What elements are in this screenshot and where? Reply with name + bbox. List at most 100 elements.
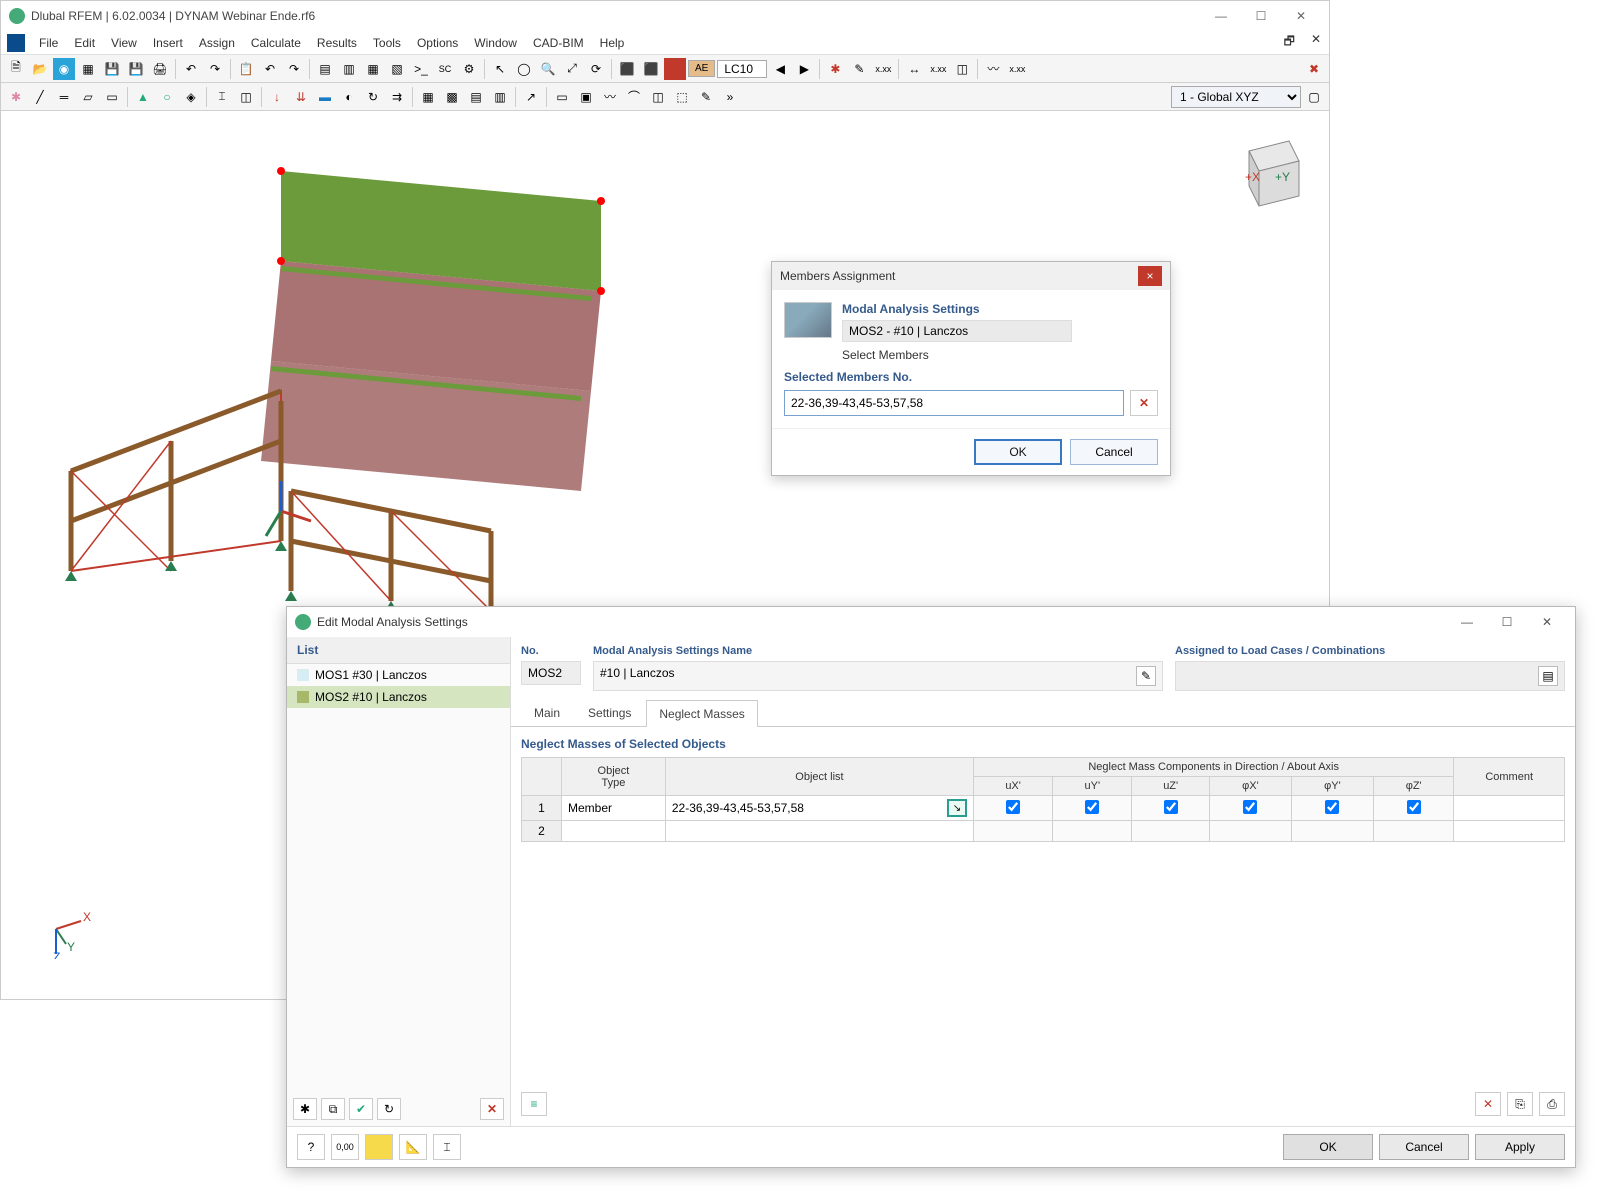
line-icon[interactable]: ╱ bbox=[29, 86, 51, 108]
section-icon[interactable]: ⌶ bbox=[211, 86, 233, 108]
search-icon[interactable]: 🔍 bbox=[537, 58, 559, 80]
new-item-icon[interactable]: ✱ bbox=[293, 1098, 317, 1120]
coord-system-selector[interactable]: 1 - Global XYZ bbox=[1171, 86, 1301, 108]
checkbox-phiz[interactable] bbox=[1407, 800, 1421, 814]
menu-assign[interactable]: Assign bbox=[191, 32, 243, 54]
menu-results[interactable]: Results bbox=[309, 32, 365, 54]
coord-edit-icon[interactable]: ▢ bbox=[1303, 86, 1325, 108]
table3-icon[interactable]: ▦ bbox=[362, 58, 384, 80]
render-icon[interactable]: 〰 bbox=[982, 58, 1004, 80]
name-value[interactable]: #10 | Lanczos bbox=[600, 666, 1130, 686]
solid-icon[interactable]: ▭ bbox=[101, 86, 123, 108]
window-restore-icon[interactable]: 🗗 bbox=[1276, 28, 1303, 57]
cell-object-list[interactable]: 22-36,39-43,45-53,57,58 ↘ bbox=[665, 796, 973, 821]
view3d-icon[interactable]: ◫ bbox=[951, 58, 973, 80]
load-force-icon[interactable]: ↓ bbox=[266, 86, 288, 108]
ae-tag[interactable]: AE bbox=[688, 60, 715, 77]
undo-icon[interactable]: ↶ bbox=[180, 58, 202, 80]
open-icon[interactable]: 📂 bbox=[29, 58, 51, 80]
print-icon[interactable]: 🖨 bbox=[149, 58, 171, 80]
menu-insert[interactable]: Insert bbox=[145, 32, 191, 54]
cell-check[interactable] bbox=[1209, 796, 1291, 821]
copy-item-icon[interactable]: ⧉ bbox=[321, 1098, 345, 1120]
cell-comment[interactable] bbox=[1454, 821, 1565, 842]
script-icon[interactable]: >_ bbox=[410, 58, 432, 80]
view-xy-icon[interactable]: ⬛ bbox=[616, 58, 638, 80]
clip-icon[interactable]: ▣ bbox=[575, 86, 597, 108]
load-imp-icon[interactable]: ⇉ bbox=[386, 86, 408, 108]
cancel-action-icon[interactable]: ✖ bbox=[1303, 58, 1325, 80]
ok-button[interactable]: OK bbox=[974, 439, 1062, 465]
window-close-icon[interactable]: ✕ bbox=[1303, 28, 1329, 57]
menu-file[interactable]: File bbox=[31, 32, 66, 54]
scale-icon[interactable]: 📐 bbox=[399, 1134, 427, 1160]
cell-check[interactable] bbox=[1053, 796, 1132, 821]
dim-icon[interactable]: ↔ bbox=[903, 58, 925, 80]
table-icon[interactable]: ▤ bbox=[314, 58, 336, 80]
tab-settings[interactable]: Settings bbox=[575, 699, 644, 726]
close-button[interactable]: ✕ bbox=[1527, 608, 1567, 636]
dlubal-center-icon[interactable]: ◉ bbox=[53, 58, 75, 80]
cell-comment[interactable] bbox=[1454, 796, 1565, 821]
sc-icon[interactable]: SC bbox=[434, 58, 456, 80]
member-icon[interactable]: ═ bbox=[53, 86, 75, 108]
delete-item-icon[interactable]: ✕ bbox=[480, 1098, 504, 1120]
check-icon[interactable]: ✔ bbox=[349, 1098, 373, 1120]
cube-icon[interactable]: ◫ bbox=[647, 86, 669, 108]
maximize-button[interactable]: ☐ bbox=[1241, 1, 1281, 31]
load-line-icon[interactable]: ⇊ bbox=[290, 86, 312, 108]
apply-button[interactable]: Apply bbox=[1475, 1134, 1565, 1160]
close-button[interactable]: ✕ bbox=[1281, 1, 1321, 31]
expand-icon[interactable]: ≡ bbox=[521, 1092, 547, 1116]
minimize-button[interactable]: — bbox=[1447, 608, 1487, 636]
list-item[interactable]: MOS2 #10 | Lanczos bbox=[287, 686, 510, 708]
units-icon[interactable]: 0,00 bbox=[331, 1134, 359, 1160]
view-xz-icon[interactable]: ⬛ bbox=[640, 58, 662, 80]
menu-options[interactable]: Options bbox=[409, 32, 466, 54]
node-icon[interactable]: ✱ bbox=[5, 86, 27, 108]
edit-name-icon[interactable]: ✎ bbox=[1136, 666, 1156, 686]
menu-view[interactable]: View bbox=[103, 32, 145, 54]
mesh2-icon[interactable]: ▩ bbox=[441, 86, 463, 108]
export-icon[interactable]: ⎘ bbox=[1507, 1092, 1533, 1116]
load-moment-icon[interactable]: ↻ bbox=[362, 86, 384, 108]
render2-icon[interactable]: x.xx bbox=[1006, 58, 1028, 80]
undo-sel-icon[interactable]: ↶ bbox=[259, 58, 281, 80]
load-xxx-icon[interactable]: x.xx bbox=[872, 58, 894, 80]
export2-icon[interactable]: ⎙ bbox=[1539, 1092, 1565, 1116]
cancel-button[interactable]: Cancel bbox=[1070, 439, 1158, 465]
redo-sel-icon[interactable]: ↷ bbox=[283, 58, 305, 80]
cell-object-list[interactable] bbox=[665, 821, 973, 842]
cell-object-type[interactable]: Member bbox=[562, 796, 666, 821]
checkbox-uy[interactable] bbox=[1085, 800, 1099, 814]
load-area-icon[interactable]: ▬ bbox=[314, 86, 336, 108]
model-icon[interactable]: ⌶ bbox=[433, 1134, 461, 1160]
cell-check[interactable] bbox=[1291, 796, 1373, 821]
hinge-icon[interactable]: ○ bbox=[156, 86, 178, 108]
material-icon[interactable]: ◫ bbox=[235, 86, 257, 108]
refresh-icon[interactable]: ↻ bbox=[377, 1098, 401, 1120]
block-icon[interactable]: ▦ bbox=[77, 58, 99, 80]
select-lasso-icon[interactable]: ◯ bbox=[513, 58, 535, 80]
copy-icon[interactable]: 📋 bbox=[235, 58, 257, 80]
tab-main[interactable]: Main bbox=[521, 699, 573, 726]
cursor-icon[interactable]: ↖ bbox=[489, 58, 511, 80]
load-new-icon[interactable]: ✱ bbox=[824, 58, 846, 80]
selected-members-input[interactable] bbox=[784, 390, 1124, 416]
support-icon[interactable]: ▲ bbox=[132, 86, 154, 108]
cell-check[interactable] bbox=[973, 796, 1052, 821]
pick-members-icon[interactable]: ↘ bbox=[947, 799, 967, 817]
table2-icon[interactable]: ▥ bbox=[338, 58, 360, 80]
tab-neglect-masses[interactable]: Neglect Masses bbox=[646, 700, 757, 727]
release-icon[interactable]: ◈ bbox=[180, 86, 202, 108]
checkbox-phiy[interactable] bbox=[1325, 800, 1339, 814]
more-icon[interactable]: » bbox=[719, 86, 741, 108]
table4-icon[interactable]: ▧ bbox=[386, 58, 408, 80]
assigned-browse-icon[interactable]: ▤ bbox=[1538, 666, 1558, 686]
checkbox-uz[interactable] bbox=[1164, 800, 1178, 814]
menu-edit[interactable]: Edit bbox=[66, 32, 103, 54]
maximize-button[interactable]: ☐ bbox=[1487, 608, 1527, 636]
load-temp-icon[interactable]: ◐ bbox=[338, 86, 360, 108]
iso-icon[interactable]: ⬚ bbox=[671, 86, 693, 108]
redo-icon[interactable]: ↷ bbox=[204, 58, 226, 80]
